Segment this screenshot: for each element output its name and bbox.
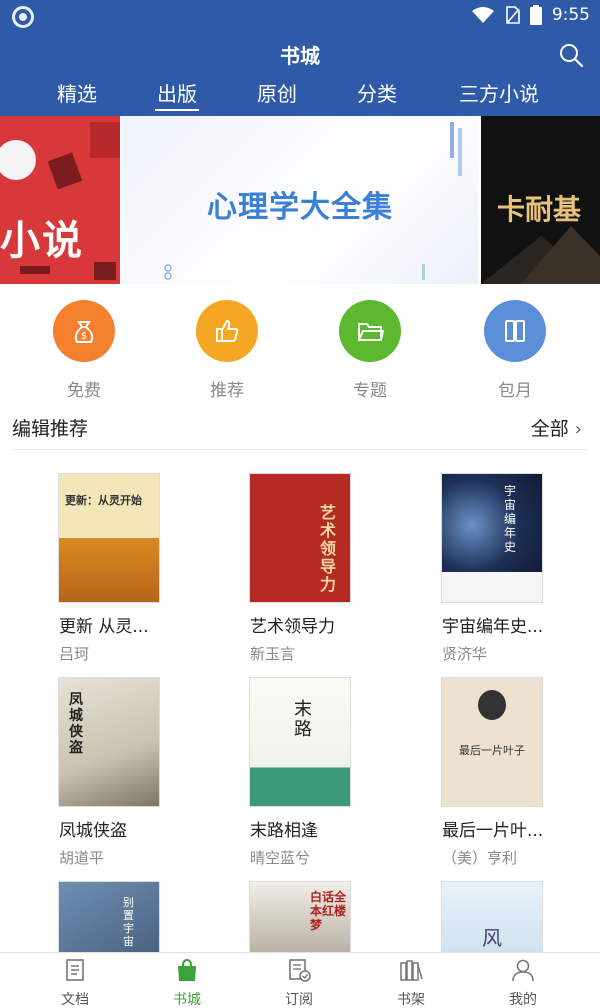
book-cover-title: 末路 bbox=[294, 699, 312, 740]
book-columns-icon bbox=[484, 300, 546, 362]
book-author: 贤济华 bbox=[442, 645, 488, 663]
tab-featured[interactable]: 精选 bbox=[55, 80, 99, 114]
header: 9:55 书城 精选 出版 原创 分类 三方小说 bbox=[0, 0, 600, 116]
book-title: 末路相逢 bbox=[250, 821, 318, 841]
book-cover: 宇宙编年史 bbox=[442, 474, 542, 602]
battery-icon bbox=[529, 5, 542, 25]
tab-published[interactable]: 出版 bbox=[155, 80, 199, 114]
see-all-button[interactable]: 全部 › bbox=[531, 414, 582, 441]
subscribe-icon bbox=[289, 959, 311, 982]
editor-recommendations: 编辑推荐 全部 › 更新：从灵开始 更新 从灵... 吕珂 艺术领导力 艺术领导力… bbox=[0, 400, 600, 1008]
nav-bookstore-label: 书城 bbox=[173, 992, 201, 1008]
quick-topics[interactable]: 专题 bbox=[320, 300, 420, 401]
tab-third-party-novels[interactable]: 三方小说 bbox=[455, 80, 543, 114]
book-cover-title: 最后一片叶子 bbox=[459, 744, 525, 757]
nav-bookshelf-label: 书架 bbox=[397, 992, 425, 1008]
banner-slide-right[interactable]: 卡耐基 bbox=[481, 116, 600, 284]
book-cover-title: 宇宙编年史 bbox=[504, 484, 517, 554]
book-title: 宇宙编年史... bbox=[442, 617, 544, 637]
book-author: （美）亨利 bbox=[442, 849, 518, 867]
svg-text:$: $ bbox=[81, 331, 87, 342]
sim-icon bbox=[506, 6, 520, 24]
banner-slide-main[interactable]: 心理学大全集 bbox=[122, 116, 478, 284]
book-card[interactable]: 凤城侠盗 凤城侠盗 胡道平 bbox=[15, 678, 159, 868]
bookshelf-icon bbox=[400, 960, 423, 981]
book-cover: 艺术领导力 bbox=[250, 474, 350, 602]
book-cover-title: 别置宇宙 bbox=[123, 896, 134, 948]
banner-carousel[interactable]: 小说 心理学大全集 卡耐基 bbox=[0, 116, 600, 284]
book-cover: 凤城侠盗 bbox=[59, 678, 159, 806]
app-logo-icon bbox=[12, 6, 34, 28]
book-card[interactable]: 最后一片叶子 最后一片叶... （美）亨利 bbox=[398, 678, 544, 868]
book-cover-title: 白话全本红楼梦 bbox=[310, 890, 347, 932]
book-cover-title: 更新：从灵开始 bbox=[65, 494, 142, 507]
section-header: 编辑推荐 全部 › bbox=[12, 400, 588, 450]
nav-documents[interactable]: 文档 bbox=[35, 957, 115, 1008]
search-icon[interactable] bbox=[558, 42, 584, 68]
see-all-label: 全部 bbox=[530, 418, 569, 440]
book-author: 新玉言 bbox=[250, 645, 296, 663]
status-time: 9:55 bbox=[551, 5, 590, 25]
status-bar: 9:55 bbox=[0, 0, 600, 30]
book-cover: 更新：从灵开始 bbox=[59, 474, 159, 602]
nav-subscribe[interactable]: 订阅 bbox=[259, 957, 339, 1008]
book-card[interactable]: 更新：从灵开始 更新 从灵... 吕珂 bbox=[15, 474, 159, 664]
quick-entries: $ 免费 推荐 专题 包月 bbox=[0, 284, 600, 401]
quick-monthly-label: 包月 bbox=[498, 381, 532, 401]
tab-original[interactable]: 原创 bbox=[255, 80, 299, 114]
book-cover: 末路 bbox=[250, 678, 350, 806]
quick-free[interactable]: $ 免费 bbox=[34, 300, 134, 401]
tab-categories[interactable]: 分类 bbox=[355, 80, 399, 114]
money-bag-icon: $ bbox=[53, 300, 115, 362]
banner-left-text: 小说 bbox=[0, 218, 84, 264]
banner-main-title: 心理学大全集 bbox=[207, 190, 393, 225]
book-title: 艺术领导力 bbox=[250, 617, 335, 637]
book-author: 吕珂 bbox=[59, 645, 90, 663]
page-title: 书城 bbox=[280, 44, 320, 68]
nav-profile-label: 我的 bbox=[509, 992, 537, 1008]
shopping-bag-icon bbox=[178, 958, 196, 981]
quick-recommend-label: 推荐 bbox=[210, 381, 244, 401]
banner-right-text: 卡耐基 bbox=[497, 193, 582, 226]
document-icon bbox=[66, 959, 84, 981]
nav-subscribe-label: 订阅 bbox=[285, 992, 313, 1008]
status-indicators: 9:55 bbox=[471, 4, 590, 26]
book-card[interactable]: 末路 末路相逢 晴空蓝兮 bbox=[206, 678, 350, 868]
quick-monthly[interactable]: 包月 bbox=[465, 300, 565, 401]
section-title: 编辑推荐 bbox=[12, 418, 89, 440]
category-tabs: 精选 出版 原创 分类 三方小说 bbox=[0, 80, 600, 114]
banner-slide-left[interactable]: 小说 bbox=[0, 116, 120, 284]
nav-bookshelf[interactable]: 书架 bbox=[371, 957, 451, 1008]
folder-icon bbox=[339, 300, 401, 362]
quick-free-label: 免费 bbox=[67, 381, 101, 401]
thumbs-up-icon bbox=[196, 300, 258, 362]
book-title: 凤城侠盗 bbox=[59, 821, 127, 841]
book-title: 最后一片叶... bbox=[442, 821, 544, 841]
quick-recommend[interactable]: 推荐 bbox=[177, 300, 277, 401]
user-icon bbox=[512, 959, 534, 982]
book-cover-title: 风 bbox=[482, 926, 502, 950]
nav-documents-label: 文档 bbox=[61, 992, 89, 1008]
book-title: 更新 从灵... bbox=[59, 617, 149, 637]
wifi-icon bbox=[471, 7, 494, 23]
book-author: 晴空蓝兮 bbox=[250, 849, 311, 867]
quick-topics-label: 专题 bbox=[353, 381, 387, 401]
book-cover-title: 凤城侠盗 bbox=[69, 692, 83, 756]
chevron-right-icon: › bbox=[574, 419, 582, 440]
nav-profile[interactable]: 我的 bbox=[483, 957, 563, 1008]
book-cover-title: 艺术领导力 bbox=[320, 503, 337, 594]
book-card[interactable]: 宇宙编年史 宇宙编年史... 贤济华 bbox=[398, 474, 544, 664]
book-cover: 最后一片叶子 bbox=[442, 678, 542, 806]
book-card[interactable]: 艺术领导力 艺术领导力 新玉言 bbox=[206, 474, 350, 664]
bottom-nav: 文档 书城 订阅 书架 我的 bbox=[0, 952, 600, 1008]
book-author: 胡道平 bbox=[59, 849, 105, 867]
nav-bookstore[interactable]: 书城 bbox=[147, 957, 227, 1008]
